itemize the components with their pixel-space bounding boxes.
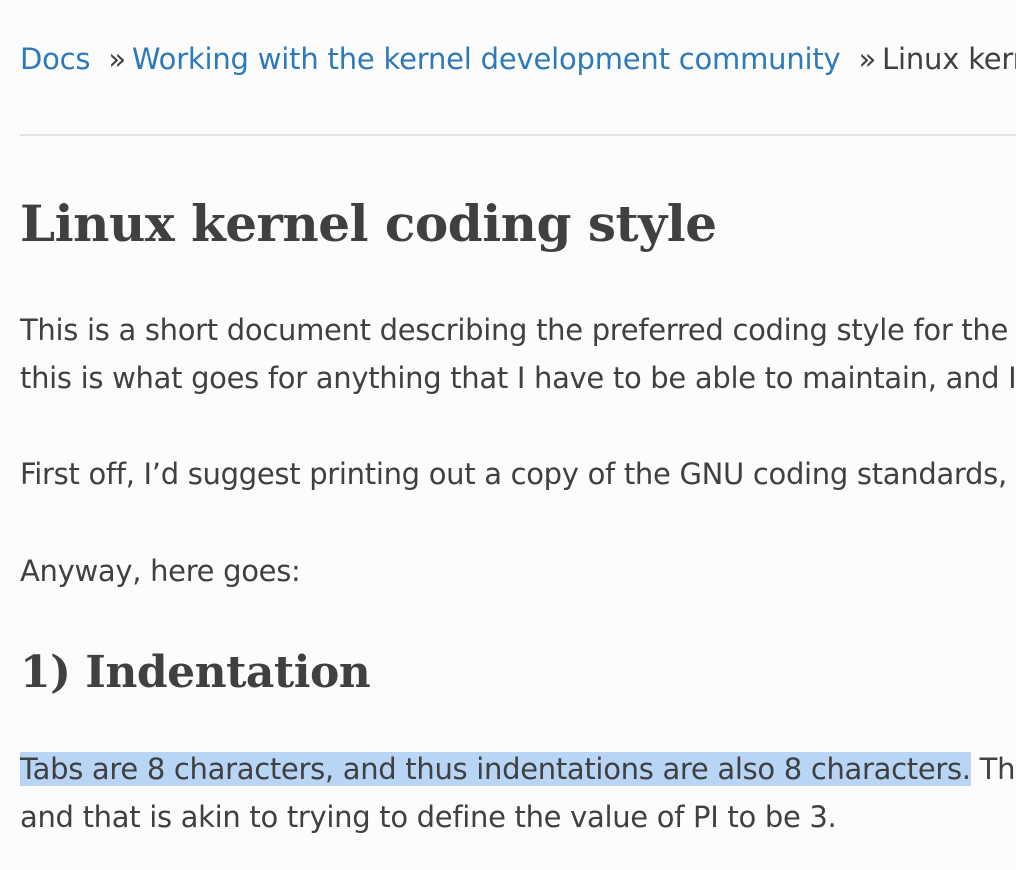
breadcrumb: Docs» Working with the kernel development… [20, 38, 1016, 80]
indentation-line-1-rest: There [979, 752, 1016, 786]
anyway-paragraph: Anyway, here goes: [20, 554, 301, 588]
breadcrumb-divider [20, 134, 1016, 136]
breadcrumb-current-page: Linux kerne [882, 42, 1016, 76]
selected-text[interactable]: Tabs are 8 characters, and thus indentat… [20, 752, 971, 786]
page-title: Linux kernel coding style [20, 194, 717, 253]
section-heading-indentation: 1) Indentation [20, 647, 371, 698]
breadcrumb-separator: » [858, 42, 877, 76]
gnu-paragraph: First off, I’d suggest printing out a co… [20, 457, 1016, 491]
breadcrumb-separator: » [108, 42, 126, 76]
breadcrumb-link-kernel-community[interactable]: Working with the kernel development comm… [132, 42, 841, 76]
indentation-line-2: and that is akin to trying to define the… [20, 800, 837, 834]
intro-line-1: This is a short document describing the … [20, 313, 1016, 347]
indentation-paragraph: Tabs are 8 characters, and thus indentat… [20, 745, 1016, 841]
intro-line-2: this is what goes for anything that I ha… [20, 361, 1016, 395]
intro-paragraph: This is a short document describing the … [20, 306, 1016, 402]
breadcrumb-link-docs[interactable]: Docs [20, 42, 91, 76]
